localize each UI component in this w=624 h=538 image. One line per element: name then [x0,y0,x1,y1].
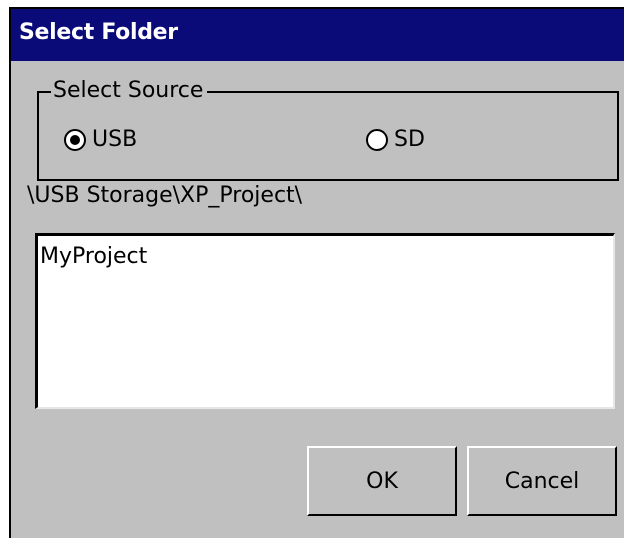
usb-radio-button[interactable] [64,129,86,151]
folder-list-item[interactable]: MyProject [40,243,611,271]
sd-radio-option[interactable]: SD [366,127,425,153]
sd-radio-button[interactable] [366,129,388,151]
usb-radio-label: USB [92,127,138,152]
folder-listbox[interactable]: MyProject [35,233,615,409]
select-folder-dialog: Select Folder Select Source USB SD \USB … [9,7,624,538]
usb-radio-option[interactable]: USB [64,127,137,153]
current-path-label: \USB Storage\XP_Project\ [27,183,303,208]
dialog-title: Select Folder [19,20,178,45]
select-source-legend: Select Source [51,77,208,105]
title-bar[interactable]: Select Folder [11,9,624,61]
sd-radio-label: SD [394,127,425,152]
ok-button[interactable]: OK [307,446,457,516]
cancel-button[interactable]: Cancel [467,446,617,516]
